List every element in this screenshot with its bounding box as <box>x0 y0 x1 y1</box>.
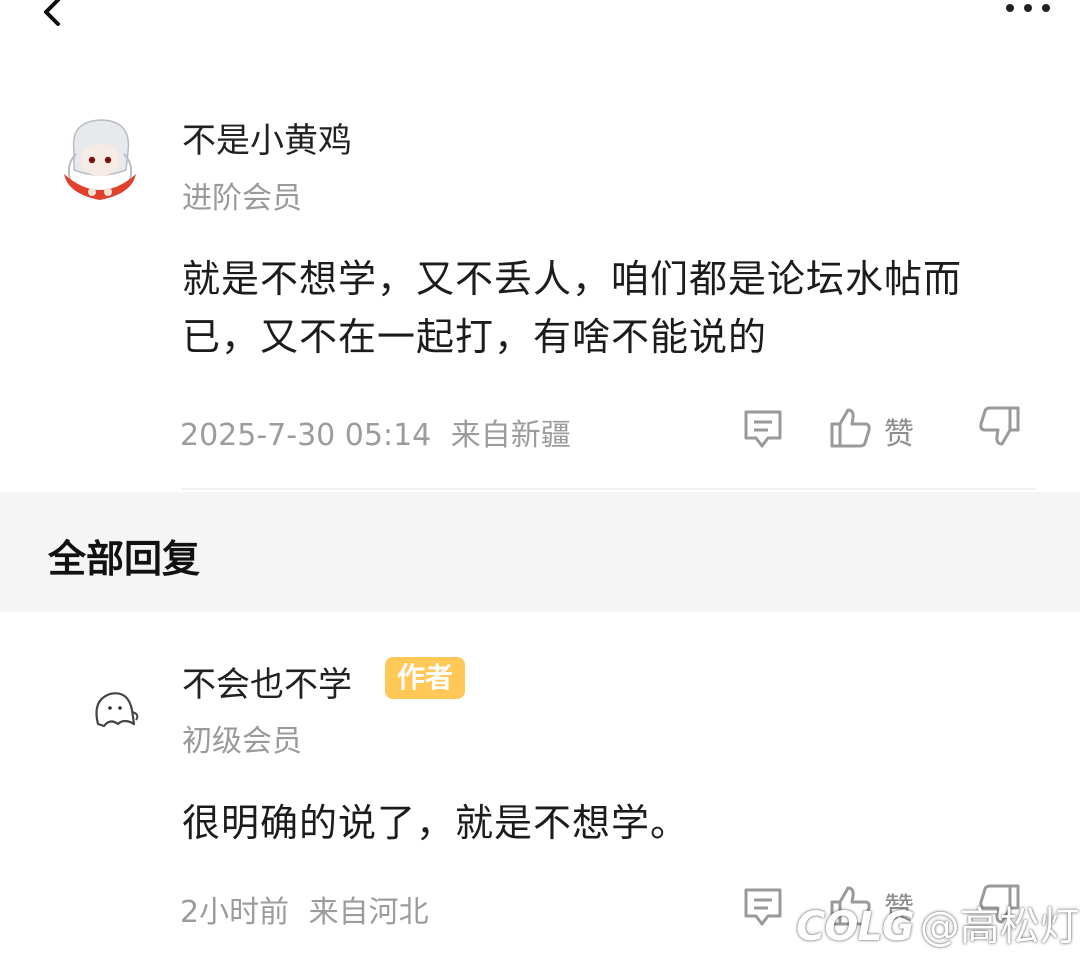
comment-icon[interactable] <box>742 408 784 450</box>
watermark-text: @高松灯 <box>919 904 1080 950</box>
watermark: COLG @高松灯 <box>796 894 1080 952</box>
thumbs-down-icon[interactable] <box>978 406 1022 448</box>
divider <box>182 488 1036 490</box>
reply-comment-icon[interactable] <box>742 886 784 928</box>
like-label[interactable]: 赞 <box>884 409 914 453</box>
post-author-level: 进阶会员 <box>182 181 302 216</box>
top-bar <box>0 0 1080 40</box>
post-author-avatar[interactable] <box>52 110 148 206</box>
post-meta: 2025-7-30 05:14 来自新疆 <box>180 410 571 454</box>
watermark-logo: COLG <box>796 904 915 950</box>
more-dots-icon[interactable] <box>1002 0 1054 20</box>
replies-section-title: 全部回复 <box>48 537 201 581</box>
post-content: 就是不想学，又不丢人，咱们都是论坛水帖而已，又不在一起打，有啥不能说的 <box>182 257 963 359</box>
post-location: 来自新疆 <box>450 418 571 453</box>
reply-content: 很明确的说了，就是不想学。 <box>182 801 690 845</box>
thumbs-up-icon[interactable] <box>828 406 872 448</box>
reply-timestamp: 2小时前 <box>180 895 290 930</box>
reply-author-level: 初级会员 <box>182 724 302 759</box>
reply-location: 来自河北 <box>308 895 429 930</box>
post-author-name[interactable]: 不是小黄鸡 <box>182 113 352 162</box>
reply-author-name[interactable]: 不会也不学 <box>182 657 352 706</box>
chevron-left-icon[interactable] <box>36 0 66 30</box>
post-timestamp: 2025-7-30 05:14 <box>180 418 432 453</box>
reply-author-avatar[interactable] <box>70 660 160 750</box>
author-badge: 作者 <box>385 657 466 699</box>
reply-meta: 2小时前 来自河北 <box>180 887 429 931</box>
